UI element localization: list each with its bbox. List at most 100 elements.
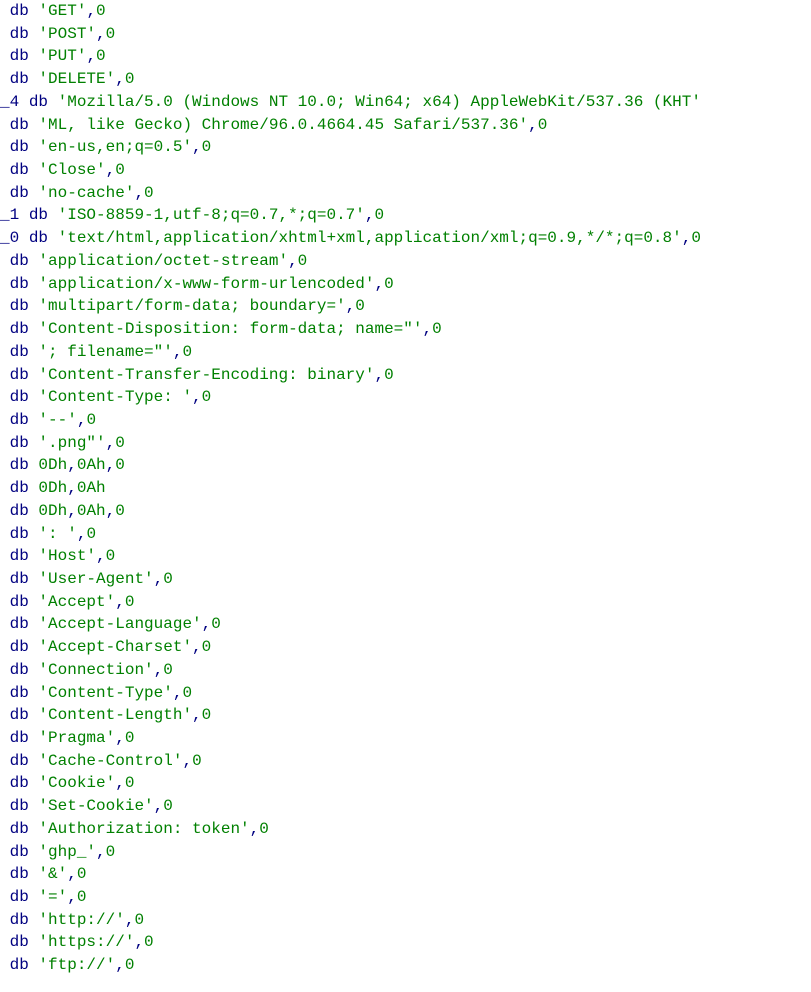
zero-byte: 0 [202,388,212,406]
byte-literal: 0 [115,456,125,474]
zero-byte: 0 [211,615,221,633]
label: _0 [0,229,19,247]
db-opcode: db [10,252,29,270]
zero-byte: 0 [298,252,308,270]
terminator: , [106,434,116,452]
asm-line: db 'POST',0 [0,23,811,46]
terminator: , [422,320,432,338]
asm-line: db 'Content-Disposition: form-data; name… [0,318,811,341]
asm-line: db '; filename="',0 [0,341,811,364]
asm-line: db 'ghp_',0 [0,841,811,864]
string-literal: 'User-Agent' [38,570,153,588]
db-opcode: db [10,865,29,883]
string-literal: 'application/x-www-form-urlencoded' [38,275,374,293]
terminator: , [202,615,212,633]
asm-line: db 'PUT',0 [0,45,811,68]
terminator: , [173,684,183,702]
byte-literal: 0Ah [77,479,106,497]
string-literal: 'Cookie' [38,774,115,792]
byte-literal: 0Dh [38,456,67,474]
asm-line: db 'DELETE',0 [0,68,811,91]
zero-byte: 0 [691,229,701,247]
terminator: , [154,570,164,588]
db-opcode: db [10,161,29,179]
asm-line: db '--',0 [0,409,811,432]
disassembly-listing: db 'GET',0 db 'POST',0 db 'PUT',0 db 'DE… [0,0,811,977]
db-opcode: db [10,570,29,588]
db-opcode: db [10,547,29,565]
string-literal: '.png"' [38,434,105,452]
byte-literal: 0 [115,502,125,520]
terminator: , [96,843,106,861]
db-opcode: db [10,888,29,906]
zero-byte: 0 [538,116,548,134]
string-literal: 'Connection' [38,661,153,679]
terminator: , [86,2,96,20]
zero-byte: 0 [106,25,116,43]
zero-byte: 0 [125,593,135,611]
string-literal: 'Content-Length' [38,706,192,724]
string-literal: 'Content-Type' [38,684,172,702]
byte-literal: 0Ah [77,456,106,474]
string-literal: 'multipart/form-data; boundary=' [38,297,345,315]
db-opcode: db [10,729,29,747]
zero-byte: 0 [259,820,269,838]
string-literal: 'Host' [38,547,96,565]
string-literal: 'DELETE' [38,70,115,88]
zero-byte: 0 [77,888,87,906]
zero-byte: 0 [163,661,173,679]
terminator: , [115,956,125,974]
zero-byte: 0 [96,47,106,65]
asm-line: db 'ML, like Gecko) Chrome/96.0.4664.45 … [0,114,811,137]
label: _4 [0,93,19,111]
db-opcode: db [10,820,29,838]
db-opcode: db [10,47,29,65]
db-opcode: db [10,25,29,43]
asm-line: _0 db 'text/html,application/xhtml+xml,a… [0,227,811,250]
db-opcode: db [10,2,29,20]
db-opcode: db [10,774,29,792]
terminator: , [115,774,125,792]
string-literal: 'Content-Transfer-Encoding: binary' [38,366,374,384]
db-opcode: db [10,116,29,134]
zero-byte: 0 [182,343,192,361]
asm-line: db 'Set-Cookie',0 [0,795,811,818]
string-literal: 'ghp_' [38,843,96,861]
asm-line: db 'Content-Type: ',0 [0,386,811,409]
zero-byte: 0 [432,320,442,338]
terminator: , [96,25,106,43]
terminator: , [250,820,260,838]
asm-line: db 'Connection',0 [0,659,811,682]
asm-line: db ': ',0 [0,523,811,546]
terminator: , [192,638,202,656]
string-literal: 'ftp://' [38,956,115,974]
db-opcode: db [10,275,29,293]
asm-line: db 'Accept',0 [0,591,811,614]
string-literal: 'GET' [38,2,86,20]
asm-line: db 'en-us,en;q=0.5',0 [0,136,811,159]
terminator: , [125,911,135,929]
db-opcode: db [10,70,29,88]
terminator: , [192,138,202,156]
string-literal: 'http://' [38,911,124,929]
db-opcode: db [10,956,29,974]
terminator: , [192,388,202,406]
terminator: , [528,116,538,134]
terminator: , [134,184,144,202]
asm-line: db 'User-Agent',0 [0,568,811,591]
asm-line: db '=',0 [0,886,811,909]
string-literal: 'Authorization: token' [38,820,249,838]
zero-byte: 0 [144,933,154,951]
string-literal: 'Mozilla/5.0 (Windows NT 10.0; Win64; x6… [58,93,701,111]
string-literal: 'application/octet-stream' [38,252,288,270]
string-literal: 'Accept-Charset' [38,638,192,656]
asm-line: db 'multipart/form-data; boundary=',0 [0,295,811,318]
db-opcode: db [10,343,29,361]
terminator: , [67,865,77,883]
string-literal: 'Set-Cookie' [38,797,153,815]
asm-line: db 0Dh,0Ah,0 [0,454,811,477]
zero-byte: 0 [163,570,173,588]
asm-line: db 'http://',0 [0,909,811,932]
string-literal: 'Content-Disposition: form-data; name="' [38,320,422,338]
zero-byte: 0 [374,206,384,224]
